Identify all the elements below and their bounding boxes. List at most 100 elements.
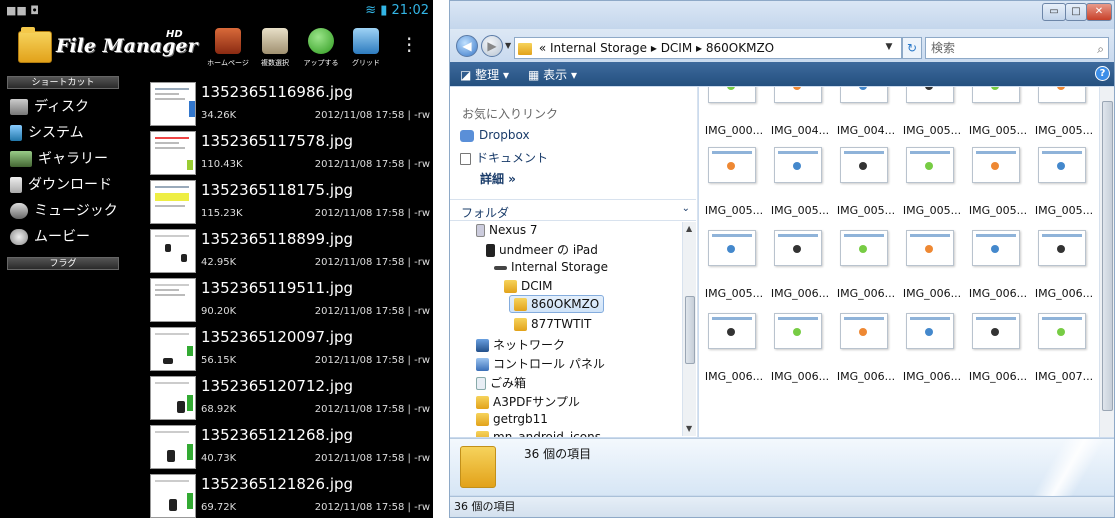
folder-tree-header[interactable]: フォルダ ⌄ [450,199,696,221]
file-date: 2012/11/08 17:58 | -rw [314,159,430,170]
file-thumbnail-item[interactable]: IMG_006... [899,313,965,413]
file-caption: IMG_006... [770,287,830,300]
app-logo-badge: HD [166,29,183,40]
back-button[interactable]: ◀ [456,35,478,57]
folder-icon [518,42,532,55]
address-dropdown-icon[interactable]: ▼ [878,37,900,57]
file-row[interactable]: 1352365120712.jpg 68.92K 2012/11/08 17:5… [148,374,433,422]
tree-item-getrgb11[interactable]: getrgb11 [476,412,548,426]
recent-pages-dropdown-icon[interactable]: ▼ [505,41,511,50]
file-thumbnail-item[interactable]: IMG_006... [965,313,1031,413]
sidebar-item-disk[interactable]: ディスク [10,96,140,118]
file-date: 2012/11/08 17:58 | -rw [314,110,430,121]
file-caption: IMG_005... [968,204,1028,217]
sidebar-item-music[interactable]: ミュージック [10,200,140,222]
image-thumbnail [1038,87,1086,103]
file-row[interactable]: 1352365118899.jpg 42.95K 2012/11/08 17:5… [148,227,433,275]
file-caption: IMG_006... [902,287,962,300]
image-thumbnail [972,313,1020,349]
favorite-label: ドキュメント [476,151,549,165]
app-logo: File Manager HD [18,25,197,69]
file-thumbnail-item[interactable]: IMG_006... [767,313,833,413]
toolbar-multiselect-button[interactable]: 複数選択 [250,28,300,68]
file-row[interactable]: 1352365121268.jpg 40.73K 2012/11/08 17:5… [148,423,433,471]
help-icon[interactable]: ? [1095,66,1110,81]
tree-item-dcim[interactable]: DCIM [504,279,553,293]
sidebar-item-gallery[interactable]: ギャラリー [10,148,140,170]
breadcrumb-current-folder[interactable]: 860OKMZO [706,41,774,55]
tree-item-recycle-bin[interactable]: ごみ箱 [476,374,526,391]
tree-item-control-panel[interactable]: コントロール パネル [476,355,605,372]
folder-icon [476,396,489,409]
file-caption: IMG_006... [836,287,896,300]
maximize-button[interactable]: □ [1065,3,1087,21]
command-bar: ◪ 整理 ▾ ▦ 表示 ▾ ? [450,62,1114,86]
details-pane: 36 個の項目 [450,438,1114,496]
file-row[interactable]: 1352365117578.jpg 110.43K 2012/11/08 17:… [148,129,433,177]
scroll-down-icon[interactable]: ▼ [686,424,692,433]
address-bar[interactable]: « Internal Storage ▸ DCIM ▸ 860OKMZO [514,37,902,59]
minimize-button[interactable]: ▭ [1042,3,1066,21]
content-scrollbar[interactable] [1099,87,1114,437]
forward-button[interactable]: ▶ [481,35,503,57]
file-name: 1352365116986.jpg [201,83,354,101]
flag-header: フラグ [7,257,119,270]
up-arrow-icon [308,28,334,54]
scroll-up-icon[interactable]: ▲ [686,224,692,233]
tree-item-ipad[interactable]: undmeer の iPad [486,241,598,258]
tree-item-network[interactable]: ネットワーク [476,336,565,353]
image-thumbnail [708,147,756,183]
sidebar-item-download[interactable]: ダウンロード [10,174,140,196]
breadcrumb-dcim[interactable]: DCIM [661,41,693,55]
file-caption: IMG_005... [704,287,764,300]
toolbar-up-button[interactable]: アップする [296,28,346,68]
file-row[interactable]: 1352365118175.jpg 115.23K 2012/11/08 17:… [148,178,433,226]
tree-item-label: ネットワーク [493,338,566,352]
toolbar-home-button[interactable]: ホームページ [203,28,253,68]
favorite-documents[interactable]: ドキュメント [460,149,548,166]
file-size: 68.92K [201,404,237,415]
favorites-more-link[interactable]: 詳細 » [480,170,516,187]
image-thumbnail [906,230,954,266]
toolbar-up-label: アップする [303,59,339,67]
file-thumbnail-item[interactable]: IMG_007... [1031,313,1097,413]
favorite-dropbox[interactable]: Dropbox [460,128,530,142]
system-icon [10,125,22,141]
file-row[interactable]: 1352365121826.jpg 69.72K 2012/11/08 17:5… [148,472,433,518]
search-icon[interactable]: ⌕ [1097,39,1104,59]
folder-icon [476,413,489,426]
tree-item-a3pdf[interactable]: A3PDFサンプル [476,393,580,410]
close-button[interactable]: ✕ [1086,3,1112,21]
sidebar-item-system[interactable]: システム [10,122,140,144]
image-thumbnail [972,87,1020,103]
toolbar-grid-button[interactable]: グリッド [341,28,391,68]
folder-logo-icon [18,27,52,63]
organize-button[interactable]: ◪ 整理 ▾ [460,66,509,83]
nav-pane-scrollbar[interactable]: ▲ ▼ [682,222,696,436]
tree-item-860okmzo[interactable]: 860OKMZO [509,295,605,313]
file-row[interactable]: 1352365119511.jpg 90.20K 2012/11/08 17:5… [148,276,433,324]
tree-item-mn-android-icons[interactable]: mn_android_icons [476,430,601,437]
search-input[interactable]: 検索 ⌕ [925,37,1109,59]
refresh-button[interactable]: ↻ [902,37,922,59]
folder-icon [476,431,489,437]
scrollbar-thumb[interactable] [685,296,695,364]
tree-item-label: mn_android_icons [493,430,601,437]
breadcrumb-internal-storage[interactable]: Internal Storage [550,41,647,55]
organize-icon: ◪ [460,68,476,82]
tree-item-nexus7[interactable]: Nexus 7 [476,223,538,237]
file-date: 2012/11/08 17:58 | -rw [314,355,430,366]
file-thumbnail-item[interactable]: IMG_006... [833,313,899,413]
file-row[interactable]: 1352365116986.jpg 34.26K 2012/11/08 17:5… [148,80,433,128]
overflow-menu-icon[interactable]: · · · [406,29,412,61]
tree-item-877twtit[interactable]: 877TWTIT [514,317,591,331]
file-thumbnail-item[interactable]: IMG_006... [701,313,767,413]
file-thumbnail [150,327,196,371]
file-caption: IMG_006... [770,370,830,383]
file-row[interactable]: 1352365120097.jpg 56.15K 2012/11/08 17:5… [148,325,433,373]
view-button[interactable]: ▦ 表示 ▾ [528,66,577,83]
scrollbar-thumb[interactable] [1102,101,1113,411]
sidebar-item-movie[interactable]: ムービー [10,226,140,248]
tree-item-internal-storage[interactable]: Internal Storage [494,260,608,274]
sidebar-item-label: ダウンロード [28,177,112,193]
